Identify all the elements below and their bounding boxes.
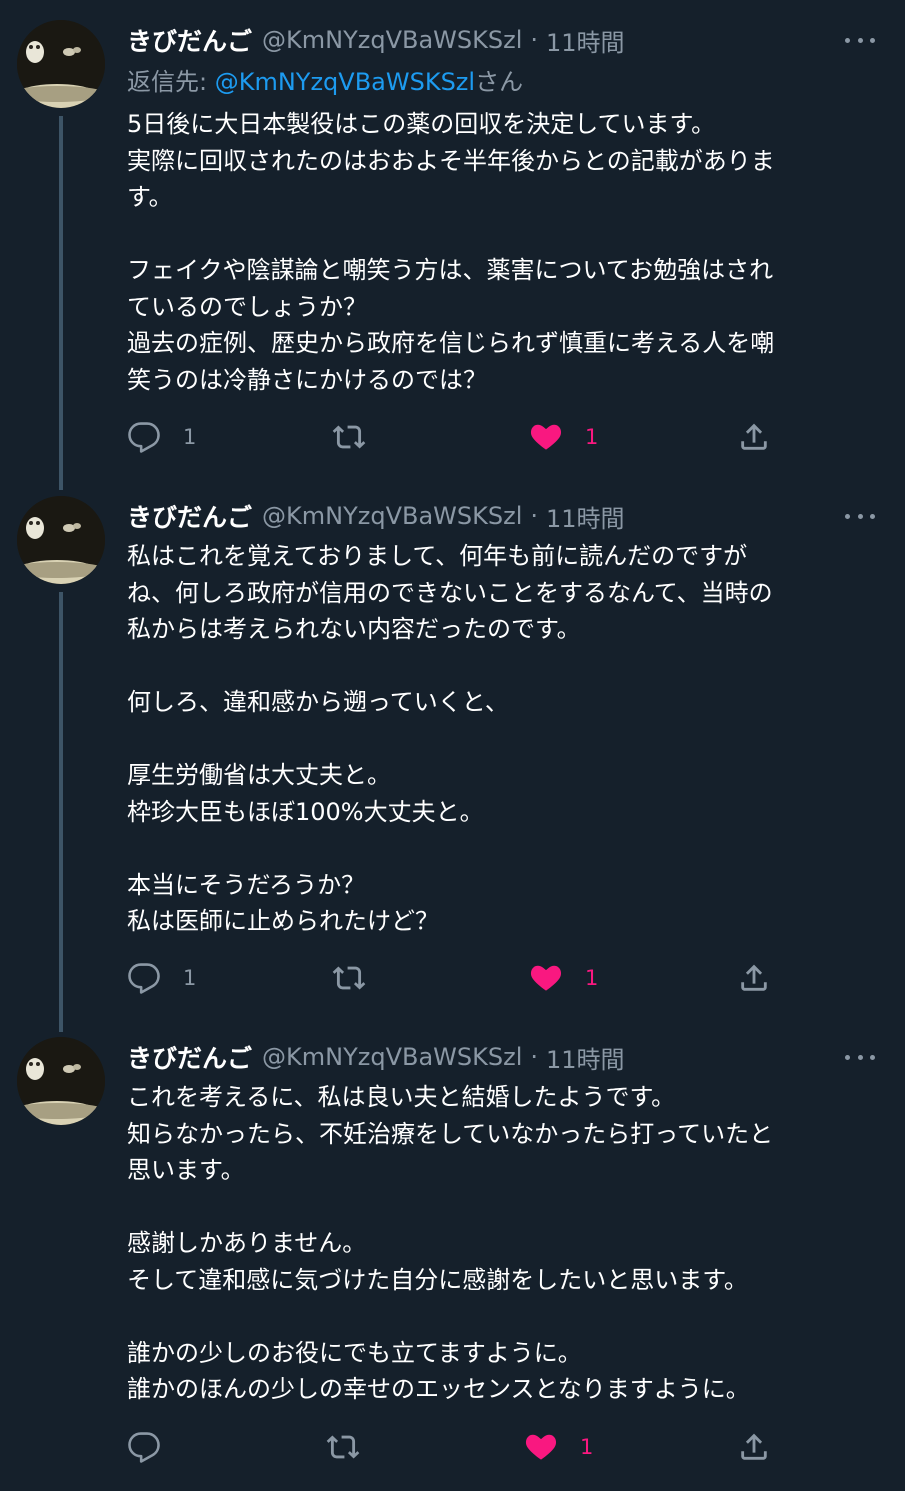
separator-dot: · <box>530 26 539 54</box>
thread-line <box>59 116 63 490</box>
text-line-blank <box>127 216 872 253</box>
retweet-button[interactable] <box>331 958 389 998</box>
reply-prefix: 返信先: <box>127 68 215 96</box>
avatar-image <box>17 1037 105 1125</box>
user-handle[interactable]: @KmNYzqVBaWSKSzl <box>262 26 522 54</box>
text-line: 私からは考えられない内容だったのです。 <box>127 615 581 643</box>
text-line: 知らなかったら、不妊治療をしていなかったら打っていたと <box>127 1119 774 1148</box>
text-line: 感謝しかありません。 <box>127 1229 367 1257</box>
reply-icon <box>128 422 160 453</box>
share-icon <box>741 423 767 450</box>
tweet-header: きびだんご @KmNYzqVBaWSKSzl · 11時間 <box>127 1039 875 1075</box>
separator-dot: · <box>530 1043 539 1071</box>
more-icon[interactable] <box>845 504 875 528</box>
avatar-image <box>17 496 105 584</box>
text-line-blank <box>127 830 872 867</box>
retweet-icon <box>332 425 366 449</box>
text-line: 誰かの少しのお役にでも立てますように。 <box>127 1338 582 1367</box>
text-line-blank <box>127 1298 872 1335</box>
timestamp[interactable]: 11時間 <box>546 1040 625 1075</box>
display-name[interactable]: きびだんご <box>127 498 252 534</box>
tweet[interactable]: きびだんご @KmNYzqVBaWSKSzl · 11時間 返信先: @KmNY… <box>0 0 905 490</box>
heart-icon <box>530 965 562 991</box>
tweet[interactable]: きびだんご @KmNYzqVBaWSKSzl · 11時間 私はこれを覚えており… <box>0 476 905 1032</box>
heart-icon <box>530 424 562 450</box>
user-handle[interactable]: @KmNYzqVBaWSKSzl <box>262 1043 522 1071</box>
share-button[interactable] <box>737 417 771 457</box>
like-count: 1 <box>585 966 599 990</box>
tweet-text: 5日後に大日本製役はこの薬の回収を決定しています。 実際に回収されたのはおおよそ… <box>127 106 872 398</box>
text-line: ているのでしょうか？ <box>127 292 367 321</box>
display-name[interactable]: きびだんご <box>127 1039 252 1075</box>
more-icon[interactable] <box>845 28 875 52</box>
reply-suffix: さん <box>475 68 524 96</box>
text-line: す。 <box>127 183 173 211</box>
tweet-text: これを考えるに、私は良い夫と結婚したようです。 知らなかったら、不妊治療をしてい… <box>127 1079 872 1408</box>
text-line: 実際に回収されたのはおおよそ半年後からとの記載がありま <box>127 146 775 175</box>
action-bar: 1 <box>127 1427 787 1467</box>
text-line: フェイクや陰謀論と嘲笑う方は、薬害についてお勉強はされ <box>127 256 774 284</box>
tweet-header: きびだんご @KmNYzqVBaWSKSzl · 11時間 <box>127 498 875 534</box>
like-count: 1 <box>580 1435 594 1459</box>
like-button[interactable]: 1 <box>529 417 598 457</box>
text-line-blank <box>127 648 872 685</box>
avatar[interactable] <box>17 496 105 584</box>
text-line: 枠珍大臣もほぼ100%大丈夫と。 <box>127 797 484 826</box>
more-icon[interactable] <box>845 1045 875 1069</box>
text-line: 思います。 <box>127 1156 245 1184</box>
user-handle[interactable]: @KmNYzqVBaWSKSzl <box>262 502 522 530</box>
text-line: 5日後に大日本製役はこの薬の回収を決定しています。 <box>127 110 716 138</box>
text-line-blank <box>127 721 872 758</box>
text-line: 私は医師に止められたけど？ <box>127 907 439 935</box>
avatar[interactable] <box>17 1037 105 1125</box>
separator-dot: · <box>530 502 539 530</box>
reply-count: 1 <box>183 966 197 990</box>
reply-context: 返信先: @KmNYzqVBaWSKSzlさん <box>127 62 523 97</box>
action-bar: 1 1 <box>127 417 787 457</box>
share-button[interactable] <box>737 958 771 998</box>
avatar-image <box>17 20 105 108</box>
heart-icon <box>525 1434 557 1460</box>
thread-line <box>59 592 63 1032</box>
reply-icon <box>128 963 160 994</box>
retweet-button[interactable] <box>331 417 389 457</box>
tweet[interactable]: きびだんご @KmNYzqVBaWSKSzl · 11時間 これを考えるに、私は… <box>0 1017 905 1491</box>
text-line: 私はこれを覚えておりまして、何年も前に読んだのですが <box>127 542 748 570</box>
retweet-icon <box>326 1435 360 1459</box>
action-bar: 1 1 <box>127 958 787 998</box>
text-line: 過去の症例、歴史から政府を信じられず慎重に考える人を嘲 <box>127 329 775 357</box>
text-line: ね、何しろ政府が信用のできないことをするなんて、当時の <box>127 578 773 607</box>
share-icon <box>741 1433 767 1460</box>
share-icon <box>741 964 767 991</box>
text-line: そして違和感に気づけた自分に感謝をしたいと思います。 <box>127 1265 748 1294</box>
text-line: 厚生労働省は大丈夫と。 <box>127 761 391 789</box>
retweet-button[interactable] <box>325 1427 383 1467</box>
reply-button[interactable] <box>127 1427 183 1467</box>
share-button[interactable] <box>737 1427 771 1467</box>
reply-mention-link[interactable]: @KmNYzqVBaWSKSzl <box>215 68 475 96</box>
text-line: これを考えるに、私は良い夫と結婚したようです。 <box>127 1083 676 1111</box>
avatar[interactable] <box>17 20 105 108</box>
like-button[interactable]: 1 <box>529 958 598 998</box>
tweet-text: 私はこれを覚えておりまして、何年も前に読んだのですが ね、何しろ政府が信用のでき… <box>127 538 872 940</box>
timestamp[interactable]: 11時間 <box>546 499 625 534</box>
text-line: 笑うのは冷静さにかけるのでは？ <box>127 365 487 394</box>
text-line-blank <box>127 1189 872 1226</box>
tweet-header: きびだんご @KmNYzqVBaWSKSzl · 11時間 <box>127 22 875 58</box>
reply-icon <box>128 1432 160 1463</box>
text-line: 本当にそうだろうか？ <box>127 870 366 899</box>
like-count: 1 <box>585 425 599 449</box>
retweet-icon <box>332 966 366 990</box>
reply-button[interactable]: 1 <box>127 417 196 457</box>
timestamp[interactable]: 11時間 <box>546 23 625 58</box>
like-button[interactable]: 1 <box>524 1427 593 1467</box>
reply-button[interactable]: 1 <box>127 958 196 998</box>
text-line: 誰かのほんの少しの幸せのエッセンスとなりますように。 <box>127 1375 750 1403</box>
reply-count: 1 <box>183 425 197 449</box>
display-name[interactable]: きびだんご <box>127 22 252 58</box>
text-line: 何しろ、違和感から遡っていくと、 <box>127 688 509 716</box>
